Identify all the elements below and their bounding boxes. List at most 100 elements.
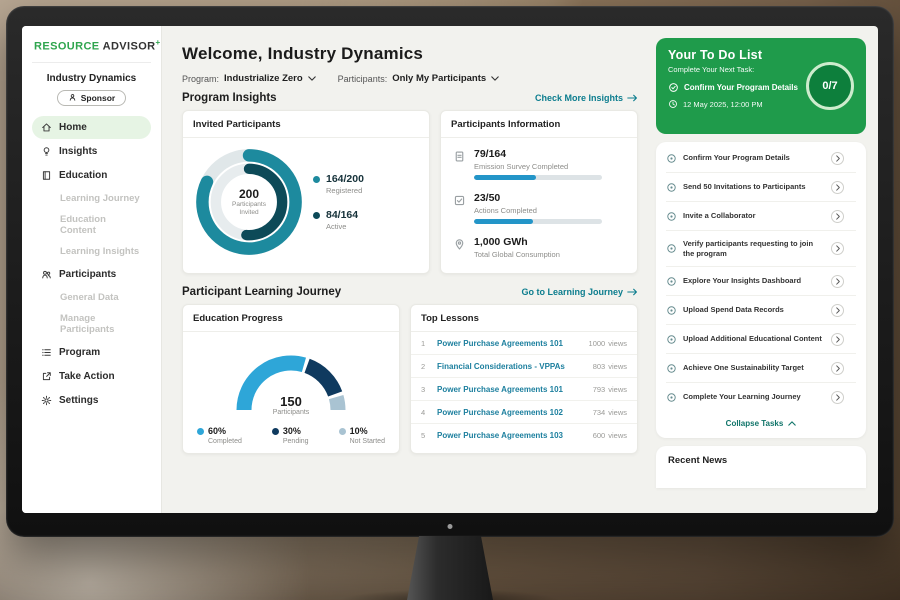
chevron-right-icon xyxy=(836,278,840,285)
chevron-right-icon xyxy=(836,394,840,401)
chevron-right-button[interactable] xyxy=(831,242,844,255)
sidebar-item-program[interactable]: Program xyxy=(32,341,151,364)
recent-news-title: Recent News xyxy=(668,455,727,466)
go-to-learning-journey-link[interactable]: Go to Learning Journey xyxy=(521,287,638,297)
checklist-icon xyxy=(453,194,466,207)
sidebar-item-label: Home xyxy=(59,122,87,133)
todo-next-task[interactable]: Confirm Your Program Details xyxy=(668,82,808,93)
task-row[interactable]: Explore Your Insights Dashboard xyxy=(666,267,856,296)
collapse-tasks-label: Collapse Tasks xyxy=(726,419,784,428)
task-row[interactable]: Verify participants requesting to join t… xyxy=(666,231,856,267)
sidebar-subitem-label: Learning Insights xyxy=(60,246,139,257)
stat-row-actions: 23/50 Actions Completed xyxy=(441,182,637,226)
sidebar-item-education-content[interactable]: Education Content xyxy=(32,209,151,241)
logo-secondary-text: ADVISOR xyxy=(103,41,156,53)
lesson-link[interactable]: Power Purchase Agreements 101 xyxy=(437,339,580,348)
lesson-rank: 4 xyxy=(421,408,431,417)
sidebar-item-manage-participants[interactable]: Manage Participants xyxy=(32,308,151,340)
chevron-right-button[interactable] xyxy=(831,333,844,346)
chevron-right-icon xyxy=(836,184,840,191)
legend-label: Not Started xyxy=(350,438,385,445)
stat-value: 1,000 GWh xyxy=(474,236,560,248)
participants-filter[interactable]: Participants: Only My Participants xyxy=(338,73,500,84)
lesson-views-value: 600 xyxy=(593,431,606,440)
sidebar-item-general-data[interactable]: General Data xyxy=(32,287,151,308)
todo-task-list: Confirm Your Program Details Send 50 Inv… xyxy=(656,142,866,438)
chevron-right-button[interactable] xyxy=(831,304,844,317)
circle-check-icon xyxy=(668,82,679,93)
lesson-rank: 1 xyxy=(421,339,431,348)
sidebar-item-learning-journey[interactable]: Learning Journey xyxy=(32,188,151,209)
book-icon xyxy=(41,170,52,181)
legend-item-pending: 30% Pending xyxy=(272,426,309,445)
todo-progress-ring: 0/7 xyxy=(806,62,854,110)
legend-item-not-started: 10% Not Started xyxy=(339,426,385,445)
sidebar-item-learning-insights[interactable]: Learning Insights xyxy=(32,241,151,262)
legend-label: Pending xyxy=(283,438,309,445)
arrow-right-icon xyxy=(627,94,638,102)
lesson-rank: 2 xyxy=(421,362,431,371)
chevron-right-button[interactable] xyxy=(831,152,844,165)
lesson-views-value: 803 xyxy=(593,362,606,371)
circle-dot-icon xyxy=(666,363,677,374)
bulb-icon xyxy=(41,146,52,157)
chevron-right-button[interactable] xyxy=(831,210,844,223)
task-label: Achieve One Sustainability Target xyxy=(683,363,825,373)
lesson-link[interactable]: Power Purchase Agreements 101 xyxy=(437,385,584,394)
chevron-right-icon xyxy=(836,307,840,314)
donut-center-label: Participants Invited xyxy=(223,201,275,218)
participants-information-card: Participants Information 79/164 Emission… xyxy=(440,110,638,274)
check-more-insights-link[interactable]: Check More Insights xyxy=(535,93,638,103)
sidebar-item-education[interactable]: Education xyxy=(32,164,151,187)
task-label: Upload Spend Data Records xyxy=(683,305,825,315)
lesson-link[interactable]: Power Purchase Agreements 103 xyxy=(437,431,584,440)
legend-item-active: 84/164 Active xyxy=(313,209,364,231)
chevron-right-button[interactable] xyxy=(831,275,844,288)
legend-value: 30% xyxy=(283,426,301,436)
progress-bar xyxy=(474,175,602,180)
education-progress-card: Education Progress 150 Participants 60% … xyxy=(182,304,400,454)
participants-filter-label: Participants: xyxy=(338,74,388,84)
lesson-views-suffix: views xyxy=(608,385,627,394)
chevron-right-button[interactable] xyxy=(831,362,844,375)
section-title: Program Insights xyxy=(182,92,277,104)
task-label: Explore Your Insights Dashboard xyxy=(683,276,825,286)
sidebar-item-take-action[interactable]: Take Action xyxy=(32,365,151,388)
section-title: Participant Learning Journey xyxy=(182,286,341,298)
sidebar-item-participants[interactable]: Participants xyxy=(32,263,151,286)
lesson-views-suffix: views xyxy=(608,431,627,440)
chevron-down-icon xyxy=(308,76,316,81)
lesson-views-suffix: views xyxy=(608,362,627,371)
collapse-tasks-button[interactable]: Collapse Tasks xyxy=(666,411,856,436)
lesson-link[interactable]: Financial Considerations - VPPAs xyxy=(437,362,584,371)
todo-progress-value: 0/7 xyxy=(822,80,837,92)
task-label: Upload Additional Educational Content xyxy=(683,334,825,344)
progress-bar xyxy=(474,219,602,224)
sidebar-item-settings[interactable]: Settings xyxy=(32,389,151,412)
task-row[interactable]: Confirm Your Program Details xyxy=(666,144,856,173)
lesson-link[interactable]: Power Purchase Agreements 102 xyxy=(437,408,584,417)
link-label: Go to Learning Journey xyxy=(521,287,623,297)
task-row[interactable]: Invite a Collaborator xyxy=(666,202,856,231)
task-row[interactable]: Send 50 Invitations to Participants xyxy=(666,173,856,202)
chevron-right-button[interactable] xyxy=(831,391,844,404)
task-row[interactable]: Achieve One Sustainability Target xyxy=(666,354,856,383)
circle-dot-icon xyxy=(666,305,677,316)
legend-label: Registered xyxy=(326,186,364,195)
task-row[interactable]: Upload Additional Educational Content xyxy=(666,325,856,354)
sidebar-item-label: Program xyxy=(59,347,100,358)
chevron-right-button[interactable] xyxy=(831,181,844,194)
chevron-up-icon xyxy=(788,421,796,426)
program-filter[interactable]: Program: Industrialize Zero xyxy=(182,73,316,84)
chevron-down-icon xyxy=(491,76,499,81)
sidebar-item-home[interactable]: Home xyxy=(32,116,151,139)
filters-row: Program: Industrialize Zero Participants… xyxy=(182,73,638,84)
sidebar-item-label: Insights xyxy=(59,146,97,157)
task-row[interactable]: Upload Spend Data Records xyxy=(666,296,856,325)
task-label: Confirm Your Program Details xyxy=(683,153,825,163)
dashboard-screen: RESOURCE ADVISOR+ Industry Dynamics Spon… xyxy=(22,26,878,513)
task-row[interactable]: Complete Your Learning Journey xyxy=(666,383,856,411)
learning-journey-header: Participant Learning Journey Go to Learn… xyxy=(182,286,638,298)
stat-row-emission-survey: 79/164 Emission Survey Completed xyxy=(441,138,637,182)
sidebar-item-insights[interactable]: Insights xyxy=(32,140,151,163)
